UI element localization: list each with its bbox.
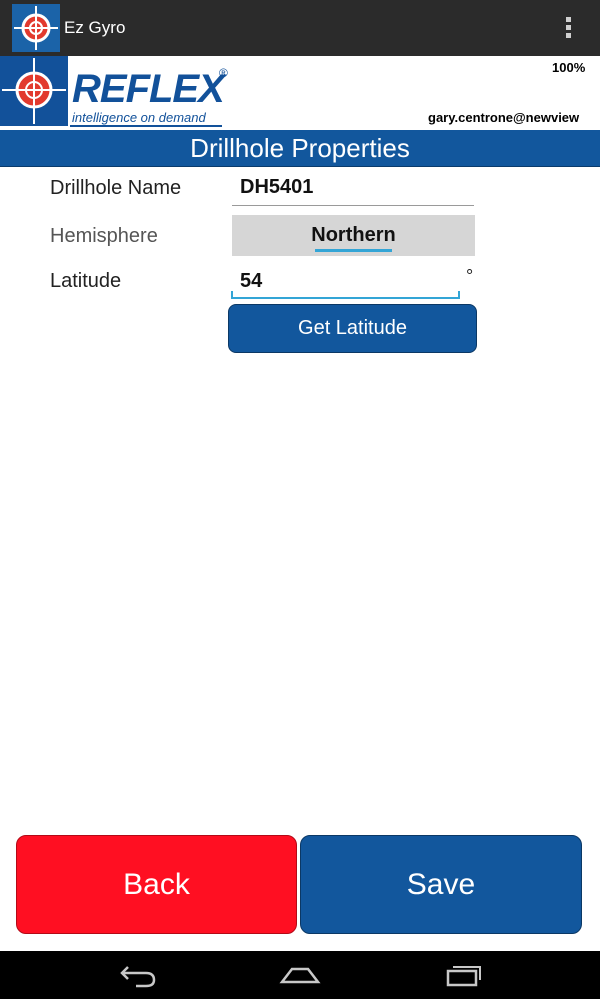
hemisphere-indicator xyxy=(315,249,392,252)
get-latitude-label[interactable]: Get Latitude xyxy=(228,304,477,353)
latitude-input[interactable]: 54 xyxy=(240,270,262,293)
save-button-label[interactable]: Save xyxy=(300,835,582,934)
hemisphere-value[interactable]: Northern xyxy=(232,224,475,247)
user-email: gary.centrone@newview xyxy=(428,110,580,125)
drillhole-name-underline xyxy=(232,205,474,206)
latitude-focus-tick-left xyxy=(231,291,233,299)
app-logo-icon[interactable] xyxy=(12,4,60,52)
drillhole-name-input[interactable]: DH5401 xyxy=(240,176,313,199)
reflex-logo-icon xyxy=(0,56,68,126)
degree-unit: ° xyxy=(466,266,474,286)
latitude-focus-tick-right xyxy=(458,291,460,299)
overflow-menu-icon[interactable] xyxy=(552,12,584,44)
back-button-label[interactable]: Back xyxy=(16,835,297,934)
battery-level: 100% xyxy=(552,60,586,75)
brand-name: REFLEX xyxy=(72,67,225,111)
app-title: Ez Gyro xyxy=(64,18,126,37)
registered-mark: ® xyxy=(219,66,228,80)
latitude-focus-underline xyxy=(231,297,460,299)
drillhole-name-label: Drillhole Name xyxy=(50,177,182,199)
page-title: Drillhole Properties xyxy=(190,133,410,163)
brand-tagline: intelligence on demand xyxy=(72,110,206,125)
home-nav-icon[interactable] xyxy=(270,954,330,996)
recents-nav-icon[interactable] xyxy=(434,954,494,996)
hemisphere-label: Hemisphere xyxy=(50,225,158,247)
back-nav-icon[interactable] xyxy=(108,954,168,996)
tagline-underline xyxy=(70,125,222,127)
latitude-label: Latitude xyxy=(50,270,122,292)
